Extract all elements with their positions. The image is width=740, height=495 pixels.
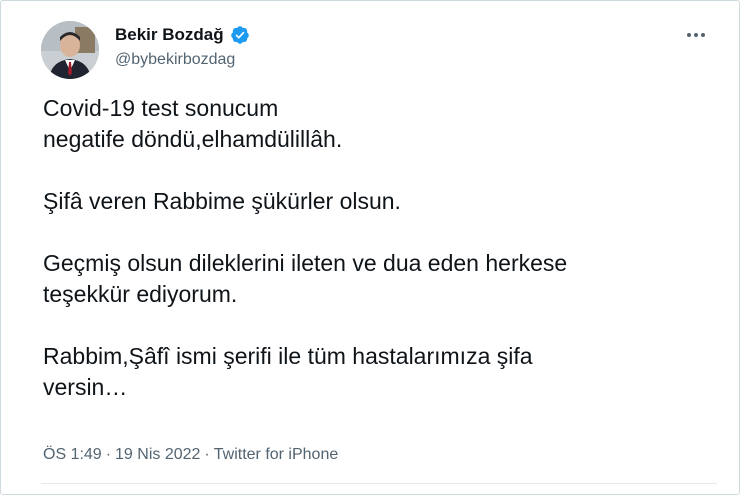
avatar-image bbox=[41, 21, 99, 79]
tweet-time[interactable]: ÖS 1:49 bbox=[43, 446, 102, 464]
tweet-paragraph: Şifâ veren Rabbime şükürler olsun. bbox=[43, 188, 401, 214]
tweet-source-link[interactable]: Twitter for iPhone bbox=[214, 446, 339, 464]
avatar[interactable] bbox=[41, 21, 99, 79]
tweet-paragraph: Geçmiş olsun dileklerini ileten ve dua e… bbox=[43, 250, 568, 307]
more-options-icon-dot bbox=[694, 33, 698, 37]
tweet-card: Bekir Bozdağ @bybekirbozdag Covid-19 tes… bbox=[0, 0, 740, 495]
tweet-paragraph: Covid-19 test sonucum negatife döndü,elh… bbox=[43, 95, 343, 152]
verified-badge-icon bbox=[230, 25, 250, 45]
more-options-button[interactable] bbox=[681, 25, 711, 45]
tweet-text: Covid-19 test sonucum negatife döndü,elh… bbox=[43, 93, 723, 403]
divider bbox=[41, 483, 717, 484]
meta-separator: · bbox=[105, 446, 112, 463]
tweet-date[interactable]: 19 Nis 2022 bbox=[115, 446, 200, 464]
author-name-row[interactable]: Bekir Bozdağ bbox=[115, 25, 250, 45]
meta-separator: · bbox=[204, 446, 210, 463]
tweet-meta: ÖS 1:49 · 19 Nis 2022 · Twitter for iPho… bbox=[43, 446, 338, 464]
more-options-icon bbox=[687, 33, 691, 37]
author-display-name[interactable]: Bekir Bozdağ bbox=[115, 25, 224, 45]
author-handle[interactable]: @bybekirbozdag bbox=[115, 51, 235, 69]
tweet-paragraph: Rabbim,Şâfî ismi şerifi ile tüm hastalar… bbox=[43, 343, 533, 400]
more-options-icon-dot bbox=[701, 33, 705, 37]
